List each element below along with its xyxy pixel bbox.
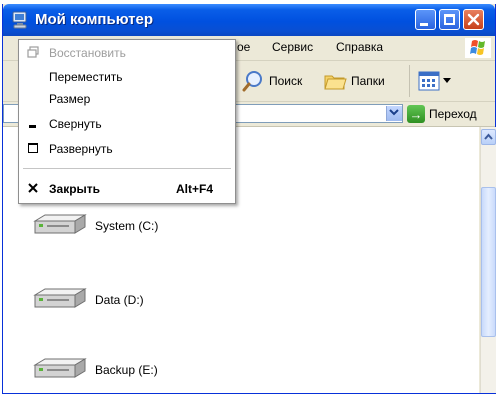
vertical-scrollbar[interactable] — [480, 127, 496, 393]
go-button[interactable]: → Переход — [407, 103, 477, 125]
chevron-down-icon — [443, 78, 451, 83]
menu-item-label: Переместить — [49, 70, 123, 84]
menu-item-label: Размер — [49, 92, 91, 106]
maximize-icon — [444, 14, 455, 25]
hard-drive-icon — [33, 214, 87, 234]
menu-item-help[interactable]: Справка — [336, 40, 383, 54]
minimize-icon — [27, 117, 39, 129]
folders-icon — [324, 75, 347, 90]
scroll-thumb[interactable] — [481, 187, 496, 337]
chevron-down-icon — [389, 109, 399, 116]
system-menu: Восстановить Переместить Размер Свернуть… — [18, 39, 236, 204]
windows-logo-icon — [465, 38, 491, 58]
minimize-button[interactable] — [415, 9, 436, 30]
folders-label: Папки — [351, 74, 385, 88]
explorer-window: Мой компьютер ое Сервис Справка Поиск Па… — [2, 4, 496, 394]
go-label: Переход — [429, 107, 477, 121]
title-bar[interactable]: Мой компьютер — [3, 4, 495, 36]
minimize-icon — [420, 23, 428, 26]
menu-item-label: Восстановить — [49, 46, 126, 60]
toolbar-separator — [409, 65, 410, 97]
search-label: Поиск — [269, 74, 303, 88]
go-arrow-icon: → — [407, 105, 425, 123]
close-button[interactable] — [463, 9, 484, 30]
views-button[interactable] — [417, 67, 451, 95]
window-title: Мой компьютер — [35, 11, 153, 28]
menu-item-minimize[interactable]: Свернуть — [19, 113, 235, 135]
search-button[interactable]: Поиск — [241, 67, 302, 95]
menu-item-move[interactable]: Переместить — [19, 66, 235, 88]
scroll-up-button[interactable] — [481, 129, 496, 145]
menu-item-partial[interactable]: ое — [237, 40, 250, 54]
drive-item-backup[interactable]: Backup (E:) — [29, 355, 158, 385]
close-icon — [467, 13, 480, 26]
drive-label: Backup (E:) — [95, 363, 158, 377]
menu-item-size[interactable]: Размер — [19, 88, 235, 110]
drive-item-data[interactable]: Data (D:) — [29, 285, 144, 315]
search-icon — [242, 71, 262, 92]
maximize-icon — [27, 142, 39, 154]
menu-item-label: Свернуть — [49, 117, 102, 131]
drive-label: Data (D:) — [95, 293, 144, 307]
chevron-up-icon — [484, 133, 493, 140]
restore-icon — [27, 46, 39, 58]
folders-button[interactable]: Папки — [323, 67, 385, 95]
my-computer-icon[interactable] — [11, 11, 29, 29]
hard-drive-icon — [33, 288, 87, 308]
drive-label: System (C:) — [95, 219, 159, 233]
address-dropdown-button[interactable] — [386, 106, 402, 121]
menu-item-shortcut: Alt+F4 — [175, 182, 213, 196]
drive-item-system[interactable]: System (C:) — [29, 211, 158, 241]
close-icon — [28, 183, 38, 193]
menu-item-maximize[interactable]: Развернуть — [19, 138, 235, 160]
menu-item-close[interactable]: Закрыть Alt+F4 — [19, 178, 235, 200]
views-icon — [418, 71, 440, 91]
menu-item-label: Развернуть — [49, 142, 113, 156]
menu-separator — [23, 168, 231, 169]
menu-item-service[interactable]: Сервис — [272, 40, 313, 54]
menu-item-label: Закрыть — [49, 182, 101, 196]
menu-item-restore[interactable]: Восстановить — [19, 42, 235, 64]
hard-drive-icon — [33, 358, 87, 378]
maximize-button[interactable] — [439, 9, 460, 30]
